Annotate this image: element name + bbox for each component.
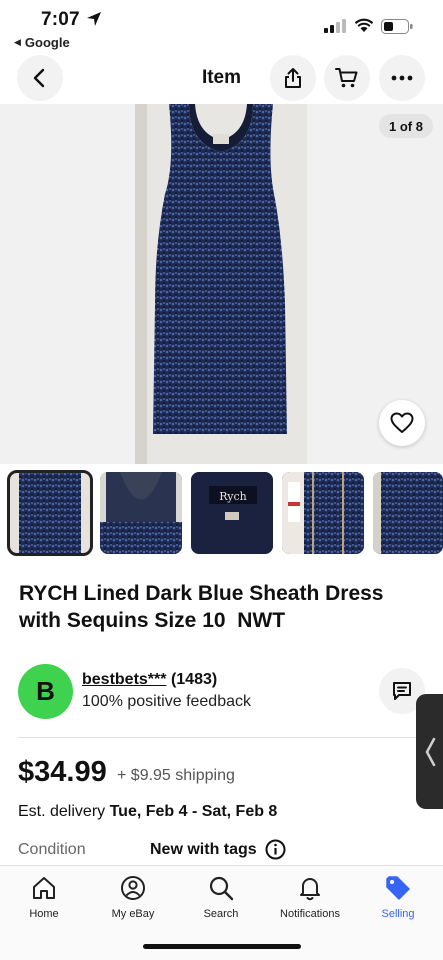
location-arrow-icon bbox=[87, 12, 101, 26]
label-brand-text: Rych bbox=[219, 490, 247, 503]
chevron-left-icon bbox=[425, 737, 435, 766]
info-icon[interactable] bbox=[265, 839, 286, 860]
cart-button[interactable] bbox=[324, 55, 370, 101]
more-options-button[interactable] bbox=[379, 55, 425, 101]
back-to-app-link[interactable]: ◀ Google bbox=[14, 35, 70, 50]
status-bar: 7:07 ◀ Google bbox=[0, 0, 443, 54]
image-gallery[interactable]: 1 of 8 bbox=[0, 104, 443, 464]
seller-name-link[interactable]: bestbets*** bbox=[82, 671, 166, 688]
back-to-app-label: Google bbox=[24, 35, 70, 50]
seller-avatar[interactable]: B bbox=[18, 664, 73, 719]
thumbnail-4-image bbox=[282, 472, 364, 554]
delivery-label: Est. delivery bbox=[18, 803, 106, 820]
thumbnail-5[interactable] bbox=[373, 472, 443, 554]
condition-label: Condition bbox=[18, 841, 86, 858]
top-app-bar: Item bbox=[0, 55, 443, 103]
thumbnail-strip: Rych bbox=[0, 470, 443, 560]
message-icon bbox=[393, 682, 411, 700]
heart-icon bbox=[390, 412, 414, 433]
cart-icon bbox=[335, 68, 358, 88]
nav-home-label: Home bbox=[29, 908, 59, 920]
nav-notifications-label: Notifications bbox=[280, 908, 340, 920]
nav-home[interactable]: Home bbox=[0, 874, 88, 920]
image-counter: 1 of 8 bbox=[379, 114, 433, 138]
thumbnail-3-image: Rych bbox=[191, 472, 273, 554]
item-title: RYCH Lined Dark Blue Sheath Dress with S… bbox=[19, 582, 390, 632]
home-indicator[interactable] bbox=[143, 944, 301, 949]
item-price: $34.99 bbox=[18, 756, 107, 788]
nav-search-label: Search bbox=[203, 908, 239, 920]
nav-my-ebay-label: My eBay bbox=[111, 908, 155, 920]
delivery-dates: Tue, Feb 4 - Sat, Feb 8 bbox=[109, 803, 278, 820]
share-icon bbox=[285, 68, 301, 88]
tag-icon bbox=[386, 876, 410, 900]
shipping-cost: + $9.95 shipping bbox=[117, 767, 235, 784]
thumbnail-5-image bbox=[373, 472, 443, 554]
nav-my-ebay[interactable]: My eBay bbox=[89, 874, 177, 920]
status-time: 7:07 bbox=[41, 9, 80, 30]
cellular-signal-icon bbox=[324, 19, 346, 33]
thumbnail-1-image bbox=[9, 472, 91, 554]
dress-photo bbox=[135, 104, 307, 464]
nav-selling[interactable]: Selling bbox=[354, 874, 442, 920]
back-triangle-icon: ◀ bbox=[14, 37, 21, 47]
share-button[interactable] bbox=[270, 55, 316, 101]
main-product-photo[interactable] bbox=[135, 104, 307, 464]
nav-notifications[interactable]: Notifications bbox=[266, 874, 354, 920]
condition-value: New with tags bbox=[150, 841, 257, 858]
seller-feedback-score: (1483) bbox=[170, 671, 218, 688]
search-icon bbox=[209, 876, 234, 901]
thumbnail-3[interactable]: Rych bbox=[191, 472, 273, 554]
nav-search[interactable]: Search bbox=[177, 874, 265, 920]
watch-button[interactable] bbox=[379, 400, 425, 446]
bell-icon bbox=[300, 878, 320, 901]
side-panel-handle[interactable] bbox=[416, 694, 443, 809]
seller-feedback-percent: 100% positive feedback bbox=[82, 693, 251, 710]
divider bbox=[18, 737, 423, 738]
battery-icon bbox=[381, 19, 413, 34]
person-icon bbox=[121, 876, 145, 900]
thumbnail-4[interactable] bbox=[282, 472, 364, 554]
thumbnail-2-image bbox=[100, 472, 182, 554]
thumbnail-1[interactable] bbox=[7, 470, 93, 556]
home-icon bbox=[33, 877, 55, 899]
more-horizontal-icon bbox=[391, 75, 413, 81]
thumbnail-2[interactable] bbox=[100, 472, 182, 554]
page-title: Item bbox=[201, 67, 242, 88]
nav-selling-label: Selling bbox=[381, 908, 415, 920]
estimated-delivery: Est. delivery Tue, Feb 4 - Sat, Feb 8 bbox=[18, 803, 277, 821]
wifi-icon bbox=[354, 18, 374, 32]
seller-info[interactable]: bestbets*** (1483) bbox=[82, 671, 217, 689]
